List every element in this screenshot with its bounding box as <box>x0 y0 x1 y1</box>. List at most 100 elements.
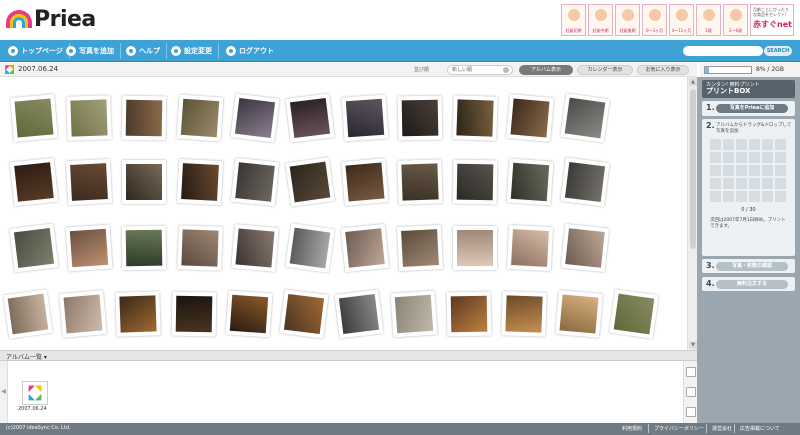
photo-thumbnail[interactable] <box>176 94 224 142</box>
photo-thumbnail[interactable] <box>397 95 443 141</box>
photo-image <box>180 98 220 138</box>
nav-settings[interactable]: 設定変更 <box>167 43 219 59</box>
photo-thumbnail[interactable] <box>334 289 384 339</box>
photo-thumbnail[interactable] <box>501 291 547 337</box>
photo-thumbnail[interactable] <box>506 224 554 272</box>
strip-left-arrow-icon[interactable]: ◀ <box>0 361 8 423</box>
tab-favorites-view[interactable]: お気に入り表示 <box>637 65 689 75</box>
scroll-thumb[interactable] <box>690 89 696 249</box>
sort-select[interactable]: 新しい順 <box>447 65 513 75</box>
photo-image <box>564 161 606 203</box>
confirm-photos-button[interactable]: 写真・枚数の確認 <box>716 262 788 271</box>
photo-thumbnail[interactable] <box>452 159 498 205</box>
print-slot <box>723 139 734 150</box>
promo-tile[interactable]: 妊娠中期 <box>588 4 613 36</box>
akasugu-banner[interactable]: 月齢ごとにぴったりな商品をセレクト! 赤すぐnet <box>750 4 794 36</box>
promo-tile[interactable]: 2～6歳 <box>723 4 748 36</box>
photo-thumbnail[interactable] <box>231 224 279 272</box>
photo-thumbnail[interactable] <box>285 223 335 273</box>
promo-banner-strip[interactable]: 妊娠初期 妊娠中期 妊娠後期 0～3ヶ月 4～11ヶ月 1歳 2～6歳 月齢ごと… <box>561 4 794 36</box>
tab-calendar-view[interactable]: カレンダー表示 <box>577 65 633 75</box>
photo-thumbnail[interactable] <box>230 93 280 143</box>
photo-thumbnail[interactable] <box>279 289 329 339</box>
photo-thumbnail[interactable] <box>506 94 554 142</box>
photo-thumbnail[interactable] <box>176 158 224 206</box>
tab-album-view[interactable]: アルバム表示 <box>519 65 573 75</box>
print-slot <box>736 152 747 163</box>
trash-icon[interactable] <box>686 407 696 417</box>
print-box-panel: カンタン! 無料プリント プリントBOX 1. 写真をPrieaに追加 2. ア… <box>697 77 800 423</box>
print-slot <box>723 191 734 202</box>
nav-help[interactable]: ヘルプ <box>122 43 167 59</box>
photo-thumbnail[interactable] <box>560 223 610 273</box>
footer-link-privacy[interactable]: プライバシーポリシー <box>654 425 704 432</box>
print-slot <box>723 178 734 189</box>
print-slot <box>710 178 721 189</box>
photo-thumbnail[interactable] <box>396 224 444 272</box>
search-button[interactable]: SEARCH <box>764 46 792 56</box>
clear-icon[interactable] <box>503 67 509 73</box>
photo-image <box>510 162 550 202</box>
new-album-icon[interactable] <box>686 367 696 377</box>
photo-thumbnail[interactable] <box>65 158 113 206</box>
add-to-priea-button[interactable]: 写真をPrieaに追加 <box>716 104 788 113</box>
photo-thumbnail[interactable] <box>121 225 167 271</box>
album-list-bar[interactable]: アルバム一覧 ▾ <box>0 350 697 361</box>
photo-thumbnail[interactable] <box>390 290 438 338</box>
photo-image <box>70 99 108 137</box>
photo-thumbnail[interactable] <box>452 95 498 141</box>
photo-thumbnail[interactable] <box>609 289 659 339</box>
photo-thumbnail[interactable] <box>121 95 167 141</box>
promo-tile[interactable]: 1歳 <box>696 4 721 36</box>
photo-thumbnail[interactable] <box>59 290 107 338</box>
footer-link-ads[interactable]: 広告掲載について <box>740 425 780 432</box>
photo-thumbnail[interactable] <box>66 95 112 141</box>
photo-thumbnail[interactable] <box>122 160 166 204</box>
photo-thumbnail[interactable] <box>453 226 497 270</box>
search-input[interactable] <box>683 46 763 56</box>
print-slot <box>749 139 760 150</box>
photo-thumbnail[interactable] <box>560 93 610 143</box>
photo-thumbnail[interactable] <box>225 290 273 338</box>
photo-thumbnail[interactable] <box>506 158 554 206</box>
nav-add-photos[interactable]: 写真を追加 <box>62 43 121 59</box>
logout-icon <box>226 46 236 56</box>
photo-thumbnail[interactable] <box>9 223 59 273</box>
photo-thumbnail[interactable] <box>3 289 53 339</box>
photo-thumbnail[interactable] <box>115 291 161 337</box>
photo-thumbnail[interactable] <box>285 93 335 143</box>
promo-tile[interactable]: 0～3ヶ月 <box>642 4 667 36</box>
footer-link-company[interactable]: 運営会社 <box>712 425 732 432</box>
promo-tile[interactable]: 妊娠後期 <box>615 4 640 36</box>
promo-tile[interactable]: 4～11ヶ月 <box>669 4 694 36</box>
photo-thumbnail[interactable] <box>555 290 603 338</box>
photo-scrollbar[interactable]: ▲ ▼ <box>687 77 697 350</box>
nav-logout[interactable]: ログアウト <box>222 43 280 59</box>
photo-thumbnail[interactable] <box>65 224 113 272</box>
photo-thumbnail[interactable] <box>285 157 335 207</box>
photo-thumbnail[interactable] <box>397 159 443 205</box>
scroll-down-icon[interactable]: ▼ <box>689 341 697 349</box>
photo-thumbnail[interactable] <box>177 225 223 271</box>
photo-thumbnail[interactable] <box>560 157 610 207</box>
album-thumbnail[interactable] <box>22 381 48 405</box>
photo-thumbnail[interactable] <box>340 223 390 273</box>
photo-thumbnail[interactable] <box>171 291 217 337</box>
photo-thumbnail[interactable] <box>446 291 492 337</box>
priea-logo[interactable]: Priea <box>6 4 96 34</box>
scroll-up-icon[interactable]: ▲ <box>689 78 697 86</box>
edit-album-icon[interactable] <box>686 387 696 397</box>
step-2-drop-area[interactable]: 2. アルバムからドラッグ&ドロップして写真を追加 0 / 30 次回は2007… <box>702 119 795 256</box>
order-free-button[interactable]: 無料注文する <box>716 280 788 289</box>
photo-thumbnail[interactable] <box>9 157 59 207</box>
promo-tile[interactable]: 妊娠初期 <box>561 4 586 36</box>
photo-thumbnail[interactable] <box>341 94 389 142</box>
footer-link-terms[interactable]: 利用規約 <box>622 425 642 432</box>
photo-image <box>565 228 605 268</box>
album-toolbar: 2007.06.24 並び順 新しい順 アルバム表示 カレンダー表示 お気に入り… <box>0 63 697 77</box>
photo-image <box>181 163 219 201</box>
photo-thumbnail[interactable] <box>341 158 389 206</box>
photo-thumbnail[interactable] <box>10 94 58 142</box>
photo-thumbnail[interactable] <box>230 157 280 207</box>
nav-top-page[interactable]: トップページ <box>4 43 70 59</box>
